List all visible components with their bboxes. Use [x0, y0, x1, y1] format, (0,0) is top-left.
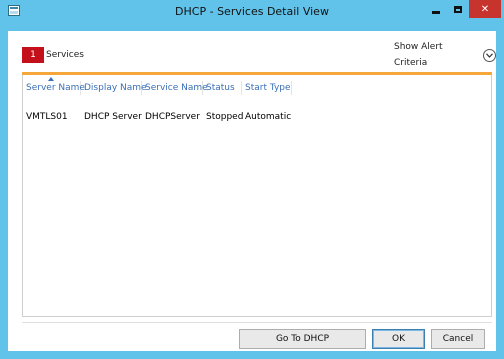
cell-display-name: DHCP Server — [84, 112, 142, 122]
cell-start-type: Automatic — [245, 112, 292, 122]
minimize-icon — [432, 10, 440, 14]
cell-service-name: DHCPServer — [145, 112, 200, 122]
maximize-icon — [454, 5, 462, 13]
column-header-service-name[interactable]: Service Name — [142, 81, 208, 95]
cancel-button[interactable]: Cancel — [431, 329, 485, 349]
column-header-display-name[interactable]: Display Name — [81, 81, 147, 95]
dialog-body: 1 Services Show Alert Criteria Server Na… — [8, 31, 496, 351]
column-header-start-type[interactable]: Start Type — [242, 81, 292, 95]
close-icon: ✕ — [480, 3, 490, 15]
chevron-down-icon[interactable] — [483, 48, 496, 62]
column-header-server-name[interactable]: Server Name — [23, 77, 85, 95]
go-to-dhcp-button[interactable]: Go To DHCP — [239, 329, 366, 349]
dialog-window: DHCP - Services Detail View ✕ 1 Services… — [0, 0, 504, 359]
sort-ascending-icon — [48, 77, 54, 81]
table-row[interactable]: VMTLS01 DHCP Server DHCPServer Stopped A… — [23, 110, 493, 124]
table-header: Server Name Display Name Service Name St… — [23, 77, 493, 95]
ok-button[interactable]: OK — [372, 329, 425, 349]
footer-divider — [22, 322, 492, 323]
section-title: Services — [46, 50, 84, 60]
show-alert-criteria-label: Show Alert Criteria — [394, 42, 443, 68]
column-header-status[interactable]: Status — [203, 81, 242, 95]
count-badge: 1 — [22, 47, 44, 63]
close-button[interactable]: ✕ — [469, 0, 501, 18]
show-alert-criteria-toggle[interactable]: Show Alert Criteria — [394, 42, 496, 68]
title-bar[interactable]: DHCP - Services Detail View ✕ — [0, 0, 504, 24]
maximize-button[interactable] — [447, 0, 469, 18]
cell-server-name: VMTLS01 — [26, 112, 68, 122]
cell-status: Stopped — [206, 112, 244, 122]
minimize-button[interactable] — [425, 0, 447, 18]
services-table: Server Name Display Name Service Name St… — [22, 75, 492, 317]
